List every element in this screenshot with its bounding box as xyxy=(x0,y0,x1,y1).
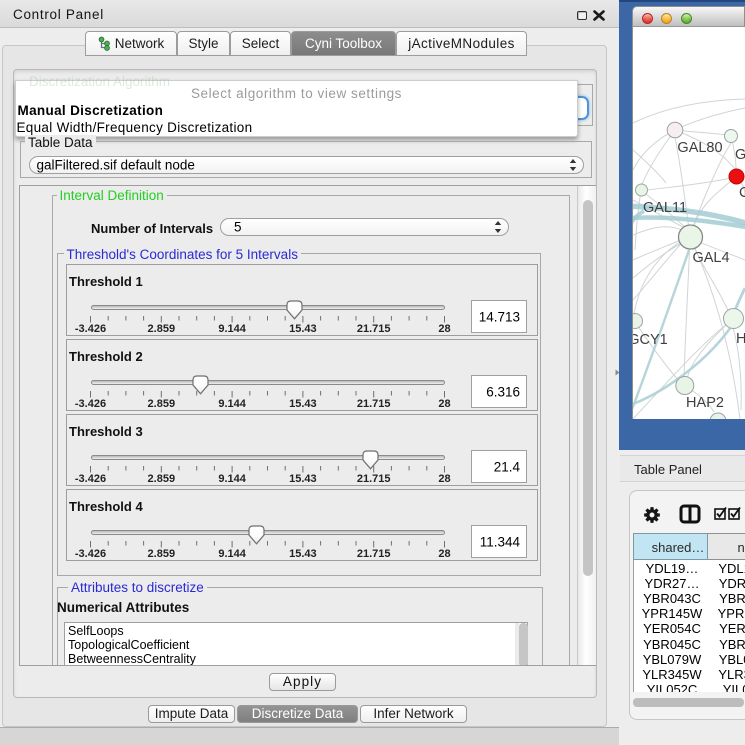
svg-text:HAP2: HAP2 xyxy=(686,395,724,411)
svg-text:GAL11: GAL11 xyxy=(643,200,687,216)
svg-text:GAL80: GAL80 xyxy=(677,140,722,156)
svg-text:C: C xyxy=(739,185,745,201)
svg-text:GAL4: GAL4 xyxy=(692,250,729,266)
svg-text:GCY1: GCY1 xyxy=(633,332,668,348)
svg-text:GA: GA xyxy=(735,147,745,163)
svg-text:H: H xyxy=(736,331,745,347)
